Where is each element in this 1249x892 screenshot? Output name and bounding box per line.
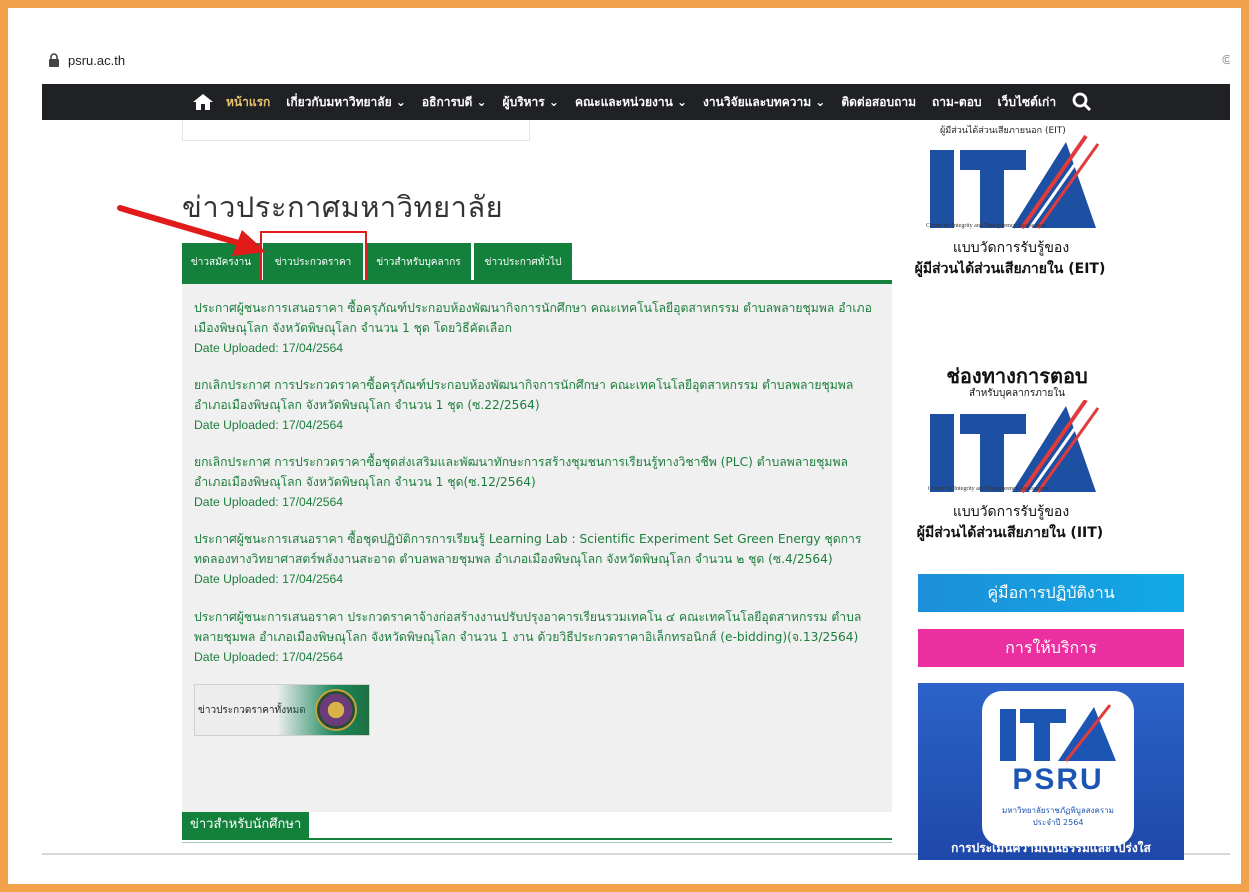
- news-title[interactable]: ประกาศผู้ชนะการเสนอราคา ประกวดราคาจ้างก่…: [194, 607, 884, 647]
- psru-sub2: ประจำปี 2564: [1032, 818, 1084, 827]
- ita-logo-icon[interactable]: [926, 132, 1102, 232]
- news-item[interactable]: ประกาศผู้ชนะการเสนอราคา ซื้อครุภัณฑ์ประก…: [194, 298, 884, 358]
- university-seal-icon: [315, 689, 357, 731]
- news-title[interactable]: ประกาศผู้ชนะการเสนอราคา ซื้อชุดปฏิบัติกา…: [194, 529, 884, 569]
- nav-item-old-site[interactable]: เว็บไซต์เก่า: [998, 93, 1057, 112]
- students-news-header: ข่าวสำหรับนักศึกษา: [182, 812, 892, 840]
- search-icon[interactable]: [1072, 92, 1092, 112]
- dropdown-panel-remnant: [182, 120, 530, 141]
- iit-subheading: สำหรับบุคลากรภายใน: [968, 388, 1066, 399]
- ita-logo-icon[interactable]: [926, 400, 1102, 500]
- nav-item-about[interactable]: เกี่ยวกับมหาวิทยาลัย ⌄: [286, 93, 406, 112]
- news-date: Date Uploaded: 17/04/2564: [194, 418, 344, 432]
- tab-staff[interactable]: ข่าวสำหรับบุคลากร: [366, 243, 471, 281]
- nav-item-faq[interactable]: ถาม-ตอบ: [932, 93, 982, 112]
- news-item[interactable]: ยกเลิกประกาศ การประกวดราคาซื้อครุภัณฑ์ปร…: [194, 375, 884, 435]
- nav-item-contact[interactable]: ติดต่อสอบถาม: [841, 93, 916, 112]
- psru-name: PSRU: [1012, 763, 1104, 796]
- news-date: Date Uploaded: 17/04/2564: [194, 341, 344, 355]
- main-navbar: หน้าแรก เกี่ยวกับมหาวิทยาลัย ⌄ อธิการบดี…: [42, 84, 1230, 120]
- browser-viewport: psru.ac.th © หน้าแรก เกี่ยวกับมหาวิทยาลั…: [42, 42, 1230, 860]
- home-icon[interactable]: [192, 92, 214, 112]
- nav-item-executives[interactable]: ผู้บริหาร ⌄: [503, 93, 559, 112]
- copyright-glyph: ©: [1222, 52, 1230, 67]
- news-title[interactable]: ยกเลิกประกาศ การประกวดราคาซื้อครุภัณฑ์ปร…: [194, 375, 884, 415]
- screenshot-frame: psru.ac.th © หน้าแรก เกี่ยวกับมหาวิทยาลั…: [0, 0, 1249, 892]
- manual-button[interactable]: คู่มือการปฏิบัติงาน: [918, 574, 1184, 612]
- news-item[interactable]: ประกาศผู้ชนะการเสนอราคา ประกวดราคาจ้างก่…: [194, 607, 884, 667]
- tab-general[interactable]: ข่าวประกาศทั่วไป: [474, 243, 572, 281]
- news-item[interactable]: ยกเลิกประกาศ การประกวดราคาซื้อชุดส่งเสริ…: [194, 452, 884, 512]
- iit-line-1[interactable]: แบบวัดการรับรู้ของ: [922, 501, 1100, 523]
- psru-card: PSRU มหาวิทยาลัยราชภัฏพิบูลสงคราม ประจำป…: [982, 691, 1134, 846]
- nav-item-president[interactable]: อธิการบดี ⌄: [422, 93, 487, 112]
- service-button[interactable]: การให้บริการ: [918, 629, 1184, 667]
- all-bidding-news-button[interactable]: ข่าวประกวดราคาทั้งหมด: [194, 684, 370, 736]
- lock-icon: [49, 53, 59, 67]
- news-title[interactable]: ยกเลิกประกาศ การประกวดราคาซื้อชุดส่งเสริ…: [194, 452, 884, 492]
- eit-line-1[interactable]: แบบวัดการรับรู้ของ: [922, 237, 1100, 259]
- nav-item-research[interactable]: งานวิจัยและบทความ ⌄: [703, 93, 825, 112]
- news-title[interactable]: ประกาศผู้ชนะการเสนอราคา ซื้อครุภัณฑ์ประก…: [194, 298, 884, 338]
- ita-logo-icon: [1000, 704, 1116, 762]
- right-sidebar: ผู้มีส่วนได้ส่วนเสียภายนอก (EIT) Center …: [908, 120, 1208, 860]
- psru-ita-banner[interactable]: PSRU มหาวิทยาลัยราชภัฏพิบูลสงคราม ประจำป…: [918, 683, 1184, 860]
- divider: [182, 842, 892, 843]
- news-panel: ประกาศผู้ชนะการเสนอราคา ซื้อครุภัณฑ์ประก…: [182, 280, 892, 812]
- news-item[interactable]: ประกาศผู้ชนะการเสนอราคา ซื้อชุดปฏิบัติกา…: [194, 529, 884, 589]
- news-date: Date Uploaded: 17/04/2564: [194, 650, 344, 664]
- ita-small-text: Center for Integrity and Transparency As…: [926, 223, 1047, 229]
- students-news-label[interactable]: ข่าวสำหรับนักศึกษา: [182, 812, 310, 838]
- iit-line-2[interactable]: ผู้มีส่วนได้ส่วนเสียภายใน (IIT): [908, 522, 1112, 544]
- nav-item-home[interactable]: หน้าแรก: [226, 93, 270, 112]
- url-text[interactable]: psru.ac.th: [68, 53, 125, 68]
- red-arrow-annotation: [117, 205, 266, 256]
- address-bar[interactable]: psru.ac.th ©: [42, 48, 1230, 72]
- ita-small-text: Center for Integrity and Transparency As…: [928, 486, 1049, 492]
- news-date: Date Uploaded: 17/04/2564: [194, 495, 344, 509]
- eit-line-2[interactable]: ผู้มีส่วนได้ส่วนเสียภายใน (EIT): [908, 258, 1112, 280]
- news-date: Date Uploaded: 17/04/2564: [194, 572, 344, 586]
- nav-item-faculties[interactable]: คณะและหน่วยงาน ⌄: [575, 93, 687, 112]
- psru-bottom-text: การประเมินความเป็นธรรมและโปร่งใส: [951, 841, 1151, 855]
